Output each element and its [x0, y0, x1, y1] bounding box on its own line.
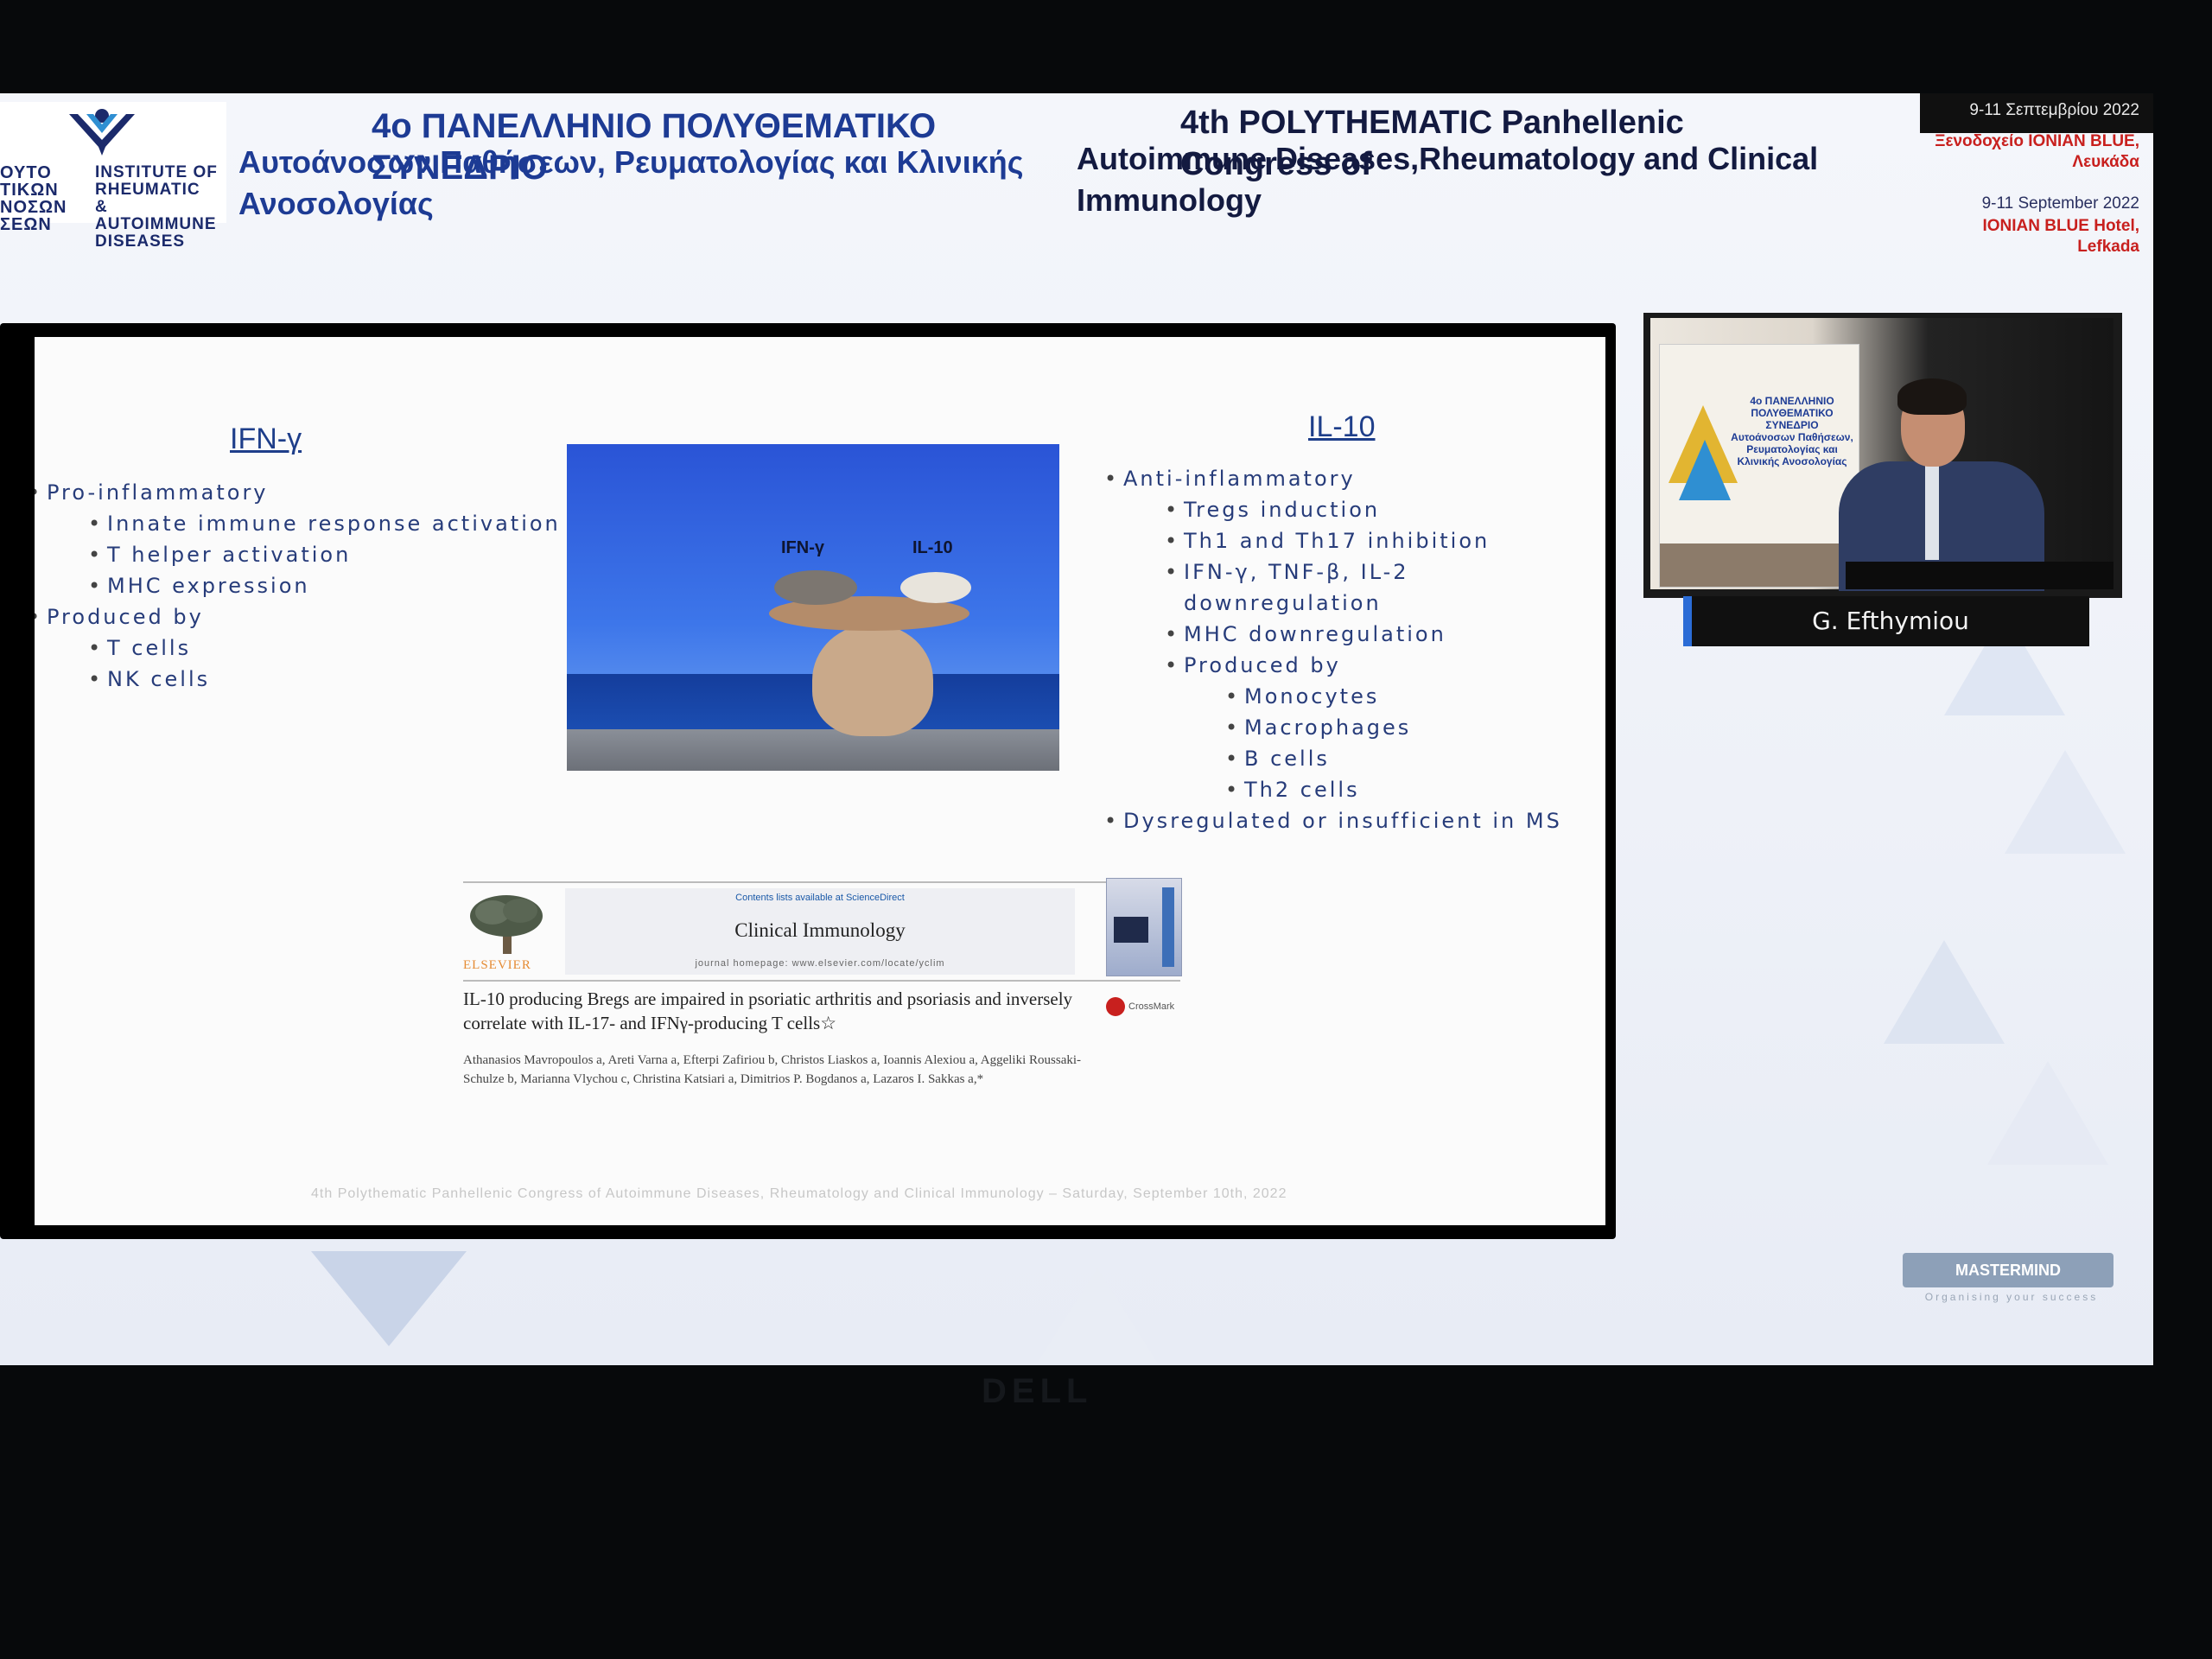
balanced-stones-photo: IFN-γ IL-10	[567, 444, 1059, 771]
article-title: IL-10 producing Bregs are impaired in ps…	[463, 988, 1073, 1033]
bullet-item: NK cells	[88, 664, 563, 695]
slide-content: IFN-γ Pro-inflammatory Innate immune res…	[35, 337, 1605, 1225]
photo-label-il10: IL-10	[912, 538, 953, 557]
speaker-video: 4ο ΠΑΝΕΛΛΗΝΙΟ ΠΟΛΥΘΕΜΑΤΙΚΟ ΣΥΝΕΔΡΙΟ Αυτο…	[1643, 313, 2122, 598]
publisher-name: ELSEVIER	[463, 958, 531, 972]
venue-dates-greek: 9-11 Σεπτεμβρίου 2022	[1969, 101, 2139, 119]
photo-rocks	[567, 729, 1059, 771]
il10-heading: IL-10	[1308, 410, 1376, 443]
bullet-item: Innate immune response activation	[88, 508, 563, 539]
article-authors: Athanasios Mavropoulos a, Areti Varna a,…	[463, 1053, 1082, 1086]
bullet-item: Produced by	[35, 601, 563, 632]
decor-triangle	[1884, 940, 2005, 1044]
bullet-item: Dysregulated or insufficient in MS	[1104, 805, 1605, 836]
venue-hotel-english: IONIAN BLUE Hotel,	[1982, 217, 2139, 235]
speaker-name: G. Efthymiou	[1812, 607, 1969, 635]
institute-logo-icon	[69, 109, 135, 156]
bullet-item: T cells	[88, 632, 563, 664]
slide-footer: 4th Polythematic Panhellenic Congress of…	[311, 1186, 1287, 1201]
monitor-screen: ΟΥΤΟ ΤΙΚΩΝ ΝΟΣΩΝ ΣΕΩΝ INSTITUTE OF RHEUM…	[0, 93, 2153, 1365]
bullet-item: MHC downregulation	[1165, 619, 1605, 650]
decor-triangle	[311, 1251, 467, 1346]
bullet-item: Th2 cells	[1225, 774, 1605, 805]
journal-header: ELSEVIER Contents lists available at Sci…	[463, 878, 1182, 982]
venue-city-english: Lefkada	[2077, 238, 2139, 256]
speaker-hair	[1897, 378, 1967, 415]
journal-availability: Contents lists available at ScienceDirec…	[735, 893, 905, 903]
poster-graphic	[1679, 440, 1731, 500]
bullet-item: Anti-inflammatory	[1104, 463, 1605, 494]
journal-name: Clinical Immunology	[734, 919, 906, 941]
venue-dates-english: 9-11 September 2022	[1981, 194, 2139, 213]
crossmark-badge: CrossMark	[1106, 997, 1192, 1016]
photo-stone-left	[774, 570, 857, 605]
journal-cover-thumbnail	[1106, 878, 1182, 976]
bullet-item: IFN-γ, TNF-β, IL-2 downregulation	[1165, 556, 1605, 619]
speaker-name-plate: G. Efthymiou	[1683, 596, 2089, 646]
journal-homepage: journal homepage: www.elsevier.com/locat…	[695, 958, 945, 969]
bullet-item: Macrophages	[1225, 712, 1605, 743]
bullet-item: Th1 and Th17 inhibition	[1165, 525, 1605, 556]
monitor-brand-logo: DELL	[982, 1372, 1093, 1410]
cover-stripe	[1162, 887, 1174, 967]
mastermind-tagline: Organising your success	[1924, 1291, 2099, 1303]
ifn-gamma-heading: IFN-γ	[230, 423, 302, 455]
poster-title: 4ο ΠΑΝΕΛΛΗΝΙΟ ΠΟΛΥΘΕΜΑΤΙΚΟ ΣΥΝΕΔΡΙΟ Αυτο…	[1731, 395, 1853, 467]
journal-banner: Contents lists available at ScienceDirec…	[565, 888, 1075, 975]
presentation-slide: IFN-γ Pro-inflammatory Innate immune res…	[0, 323, 1616, 1239]
institute-logo: ΟΥΤΟ ΤΙΚΩΝ ΝΟΣΩΝ ΣΕΩΝ INSTITUTE OF RHEUM…	[0, 102, 226, 251]
bullet-item: Tregs induction	[1165, 494, 1605, 525]
crossmark-label: CrossMark	[1128, 1001, 1175, 1012]
venue-hotel-greek: Ξενοδοχείο IONIAN BLUE,	[1935, 132, 2139, 150]
mastermind-logo: MASTERMIND	[1903, 1253, 2113, 1287]
il10-bullets: Anti-inflammatory Tregs induction Th1 an…	[1104, 463, 1605, 836]
venue-city-greek: Λευκάδα	[2072, 153, 2139, 171]
bullet-item: Monocytes	[1225, 681, 1605, 712]
bullet-item: Produced by	[1165, 650, 1605, 681]
congress-header: ΟΥΤΟ ΤΙΚΩΝ ΝΟΣΩΝ ΣΕΩΝ INSTITUTE OF RHEUM…	[0, 93, 1918, 251]
elsevier-tree-icon	[470, 895, 543, 954]
institute-name-english: INSTITUTE OF RHEUMATIC & AUTOIMMUNE DISE…	[95, 163, 218, 251]
crossmark-icon	[1106, 997, 1125, 1016]
speaker-video-frame: 4ο ΠΑΝΕΛΛΗΝΙΟ ΠΟΛΥΘΕΜΑΤΙΚΟ ΣΥΝΕΔΡΙΟ Αυτο…	[1650, 318, 2113, 591]
decor-triangle	[1037, 1268, 1158, 1363]
speaker-podium	[1846, 562, 2113, 589]
decor-triangle	[1987, 1061, 2108, 1165]
bullet-item: MHC expression	[88, 570, 563, 601]
bullet-item: Pro-inflammatory	[35, 477, 563, 508]
ifn-gamma-bullets: Pro-inflammatory Innate immune response …	[35, 477, 563, 695]
congress-poster: 4ο ΠΑΝΕΛΛΗΝΙΟ ΠΟΛΥΘΕΜΑΤΙΚΟ ΣΥΝΕΔΡΙΟ Αυτο…	[1659, 344, 1859, 588]
photo-stone-base	[812, 624, 933, 736]
poster-landscape	[1660, 543, 1859, 587]
congress-title-greek-line2: Αυτοάνοσων Παθήσεων, Ρευματολογίας και Κ…	[238, 144, 1024, 221]
bullet-item: T helper activation	[88, 539, 563, 570]
congress-title-english-line2: Autoimmune Diseases,Rheumatology and Cli…	[1077, 141, 1819, 218]
cover-image	[1114, 917, 1148, 943]
institute-name-greek: ΟΥΤΟ ΤΙΚΩΝ ΝΟΣΩΝ ΣΕΩΝ	[0, 163, 67, 234]
speaker-lanyard	[1925, 465, 1939, 560]
bullet-item: B cells	[1225, 743, 1605, 774]
photo-stone-right	[900, 572, 971, 603]
photo-label-ifn-gamma: IFN-γ	[781, 538, 824, 557]
decor-triangle	[2005, 750, 2126, 854]
